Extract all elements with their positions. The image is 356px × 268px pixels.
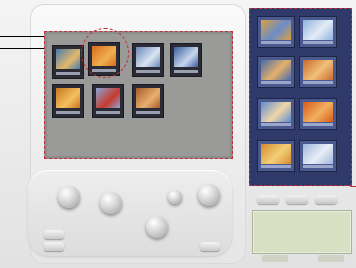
sidebar-photo-image (261, 60, 291, 80)
sidebar-slot-left (262, 255, 288, 262)
photo-image (136, 47, 160, 67)
photo-caption-bar (96, 111, 120, 114)
sidebar-caption-bar (261, 165, 291, 168)
sidebar-photo-image (303, 144, 333, 164)
sidebar-button-3[interactable] (315, 195, 337, 204)
photo-image (96, 88, 120, 108)
sidebar-photo-image (261, 102, 291, 122)
sidebar-photo-image (261, 20, 291, 40)
sidebar-photo-image (261, 144, 291, 164)
photo-thumbnail[interactable] (170, 43, 202, 77)
sidebar-button-2[interactable] (286, 195, 308, 204)
sidebar-thumbnail[interactable] (299, 56, 337, 88)
sidebar-photo-image (303, 102, 333, 122)
sidebar-caption-bar (261, 81, 291, 84)
knob-left-icon[interactable] (58, 186, 80, 208)
photo-image (174, 47, 198, 67)
photo-thumbnail[interactable] (92, 84, 124, 118)
photo-thumbnail[interactable] (132, 43, 164, 77)
sidebar-photo-image (303, 60, 333, 80)
pill-button-top-left[interactable] (44, 230, 64, 239)
sidebar-thumbnail[interactable] (299, 16, 337, 48)
sidebar-thumbnail[interactable] (299, 98, 337, 130)
sidebar-display-screen (252, 210, 352, 254)
photo-caption-bar (56, 72, 80, 75)
photo-thumbnail[interactable] (132, 84, 164, 118)
sidebar-thumbnail[interactable] (257, 98, 295, 130)
photo-image (56, 49, 80, 69)
photo-image (136, 88, 160, 108)
sidebar-thumbnail[interactable] (257, 56, 295, 88)
sidebar-caption-bar (303, 123, 333, 126)
sidebar-caption-bar (261, 41, 291, 44)
knob-center-left-icon[interactable] (100, 192, 122, 214)
photo-thumbnail[interactable] (52, 84, 84, 118)
photo-image (56, 88, 80, 108)
photo-caption-bar (56, 111, 80, 114)
knob-right-icon[interactable] (198, 184, 220, 206)
sidebar-caption-bar (303, 81, 333, 84)
photo-caption-bar (136, 70, 160, 73)
sidebar-photo-image (303, 20, 333, 40)
sidebar-thumbnail[interactable] (257, 140, 295, 172)
sidebar-caption-bar (303, 165, 333, 168)
photo-thumbnail[interactable] (52, 45, 84, 79)
highlight-callout (81, 28, 129, 78)
sidebar-caption-bar (261, 123, 291, 126)
photo-caption-bar (174, 70, 198, 73)
sidebar-caption-bar (303, 41, 333, 44)
pill-button-bottom-left[interactable] (44, 242, 64, 251)
sidebar-thumbnail[interactable] (299, 140, 337, 172)
app-frame (0, 0, 356, 268)
sidebar-callout-tick (350, 186, 356, 187)
sidebar-slot-right (318, 255, 344, 262)
photo-caption-bar (136, 111, 160, 114)
knob-bottom-icon[interactable] (146, 216, 168, 238)
sidebar-button-1[interactable] (257, 195, 279, 204)
sidebar-thumbnail[interactable] (257, 16, 295, 48)
knob-small-icon[interactable] (168, 190, 182, 204)
pill-button-bottom-right[interactable] (200, 242, 220, 251)
